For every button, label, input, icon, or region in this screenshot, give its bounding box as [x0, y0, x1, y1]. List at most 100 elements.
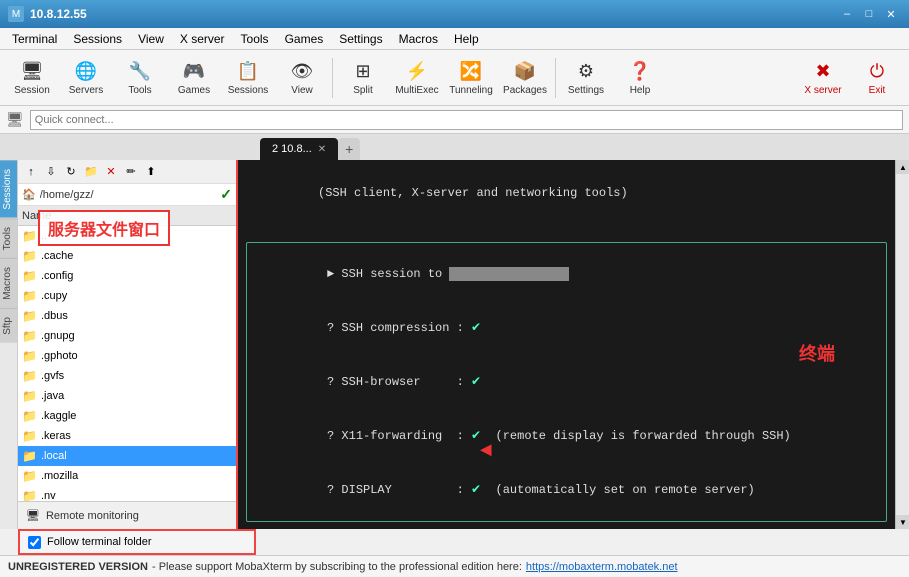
folder-icon: 📁: [22, 369, 37, 383]
sidetab-sessions[interactable]: Sessions: [0, 160, 17, 218]
file-item-kaggle[interactable]: 📁 .kaggle: [18, 406, 236, 426]
file-item-cache[interactable]: 📁 .cache: [18, 246, 236, 266]
menu-tools[interactable]: Tools: [233, 28, 277, 49]
toolbar-servers-label: Servers: [69, 85, 103, 96]
file-item-keras[interactable]: 📁 .keras: [18, 426, 236, 446]
status-bar: UNREGISTERED VERSION - Please support Mo…: [0, 555, 909, 577]
remote-monitor-button[interactable]: 🖥 Remote monitoring: [18, 501, 236, 529]
toolbar-servers[interactable]: 🌐 Servers: [60, 54, 112, 102]
file-item-nv[interactable]: 📁 .nv: [18, 486, 236, 501]
toolbar-tools[interactable]: 🔧 Tools: [114, 54, 166, 102]
menu-bar: Terminal Sessions View X server Tools Ga…: [0, 28, 909, 50]
menu-help[interactable]: Help: [446, 28, 487, 49]
toolbar-session[interactable]: 🖥 Session: [6, 54, 58, 102]
maximize-button[interactable]: □: [859, 5, 879, 23]
toolbar-multiexec-label: MultiExec: [395, 85, 438, 96]
split-icon: ⊞: [351, 59, 375, 83]
follow-folder-label: Follow terminal folder: [47, 536, 152, 548]
status-link[interactable]: https://mobaxterm.mobatek.net: [526, 561, 678, 573]
tools-icon: 🔧: [128, 59, 152, 83]
right-scrollbar[interactable]: ▲ ▼: [895, 160, 909, 529]
file-item-cupy[interactable]: 📁 .cupy: [18, 286, 236, 306]
fb-new-folder-button[interactable]: 📁: [82, 163, 100, 181]
file-item-name: .config: [41, 270, 73, 282]
menu-games[interactable]: Games: [277, 28, 332, 49]
folder-icon: 📁: [22, 289, 37, 303]
settings-icon: ⚙: [574, 59, 598, 83]
fb-up-button[interactable]: ↑: [22, 163, 40, 181]
games-icon: 🎮: [182, 59, 206, 83]
fb-rename-button[interactable]: ✏: [122, 163, 140, 181]
quick-connect-icon: 🖥: [6, 111, 24, 128]
menu-terminal[interactable]: Terminal: [4, 28, 65, 49]
toolbar-view[interactable]: 👁 View: [276, 54, 328, 102]
scroll-track[interactable]: [896, 174, 909, 515]
file-item-config[interactable]: 📁 .config: [18, 266, 236, 286]
folder-icon: 📁: [22, 489, 37, 501]
multiexec-icon: ⚡: [405, 59, 429, 83]
tab-terminal[interactable]: 2 10.8... ✕: [260, 138, 338, 160]
fb-home-button[interactable]: ⇩: [42, 163, 60, 181]
fb-delete-button[interactable]: ✕: [102, 163, 120, 181]
toolbar-split[interactable]: ⊞ Split: [337, 54, 389, 102]
file-item-gnupg[interactable]: 📁 .gnupg: [18, 326, 236, 346]
terminal-panel[interactable]: (SSH client, X-server and networking too…: [238, 160, 895, 529]
file-list[interactable]: 📁 .. 📁 .cache 📁 .config 📁 .cupy 📁 .dbus …: [18, 226, 236, 501]
file-item-dotdot[interactable]: 📁 ..: [18, 226, 236, 246]
toolbar-exit[interactable]: ⏻ Exit: [851, 54, 903, 102]
toolbar-games[interactable]: 🎮 Games: [168, 54, 220, 102]
menu-view[interactable]: View: [130, 28, 172, 49]
menu-settings[interactable]: Settings: [331, 28, 390, 49]
file-list-header: Name: [18, 206, 236, 226]
toolbar-xserver[interactable]: ✖ X server: [797, 54, 849, 102]
term-line: ► SSH session to: [255, 247, 878, 301]
fb-transfer-button[interactable]: ⬆: [142, 163, 160, 181]
sidetab-tools[interactable]: Tools: [0, 218, 17, 258]
toolbar-multiexec[interactable]: ⚡ MultiExec: [391, 54, 443, 102]
monitor-icon: 🖥: [26, 509, 40, 522]
toolbar-split-label: Split: [353, 85, 372, 96]
path-input[interactable]: [40, 189, 217, 201]
file-item-name: .java: [41, 390, 64, 402]
toolbar-packages[interactable]: 📦 Packages: [499, 54, 551, 102]
term-line: [246, 526, 887, 529]
toolbar-separator: [332, 58, 333, 98]
file-item-name: .cache: [41, 250, 73, 262]
toolbar-settings-label: Settings: [568, 85, 604, 96]
sidetab-sftp[interactable]: Sftp: [0, 308, 17, 343]
toolbar-settings[interactable]: ⚙ Settings: [560, 54, 612, 102]
toolbar-tunneling[interactable]: 🔀 Tunneling: [445, 54, 497, 102]
new-tab-button[interactable]: +: [338, 138, 360, 160]
scroll-down-button[interactable]: ▼: [896, 515, 909, 529]
file-item-name: .local: [41, 450, 67, 462]
menu-sessions[interactable]: Sessions: [65, 28, 130, 49]
title-bar: M 10.8.12.55 – □ ✕: [0, 0, 909, 28]
fb-refresh-button[interactable]: ↻: [62, 163, 80, 181]
path-home-icon: 🏠: [22, 188, 36, 201]
tab-close-button[interactable]: ✕: [318, 144, 326, 155]
file-browser-toolbar: ↑ ⇩ ↻ 📁 ✕ ✏ ⬆: [18, 160, 236, 184]
file-item-name: .gvfs: [41, 370, 64, 382]
quick-connect-input[interactable]: [30, 110, 903, 130]
file-item-local[interactable]: 📁 .local: [18, 446, 236, 466]
follow-folder-checkbox[interactable]: [28, 536, 41, 549]
file-item-name: .cupy: [41, 290, 67, 302]
minimize-button[interactable]: –: [837, 5, 857, 23]
menu-xserver[interactable]: X server: [172, 28, 233, 49]
sidetab-macros[interactable]: Macros: [0, 258, 17, 308]
file-item-gvfs[interactable]: 📁 .gvfs: [18, 366, 236, 386]
menu-macros[interactable]: Macros: [391, 28, 446, 49]
side-tabs: Sessions Tools Macros Sftp: [0, 160, 18, 529]
file-item-name: .mozilla: [41, 470, 78, 482]
scroll-up-button[interactable]: ▲: [896, 160, 909, 174]
file-item-java[interactable]: 📁 .java: [18, 386, 236, 406]
close-button[interactable]: ✕: [881, 5, 901, 23]
file-item-gphoto[interactable]: 📁 .gphoto: [18, 346, 236, 366]
toolbar-help[interactable]: ❓ Help: [614, 54, 666, 102]
session-icon: 🖥: [20, 59, 44, 83]
toolbar-sessions[interactable]: 📋 Sessions: [222, 54, 274, 102]
file-item-mozilla[interactable]: 📁 .mozilla: [18, 466, 236, 486]
window-title: 10.8.12.55: [30, 7, 87, 21]
term-line: ? SSH-browser : ✔: [255, 355, 878, 409]
file-item-dbus[interactable]: 📁 .dbus: [18, 306, 236, 326]
